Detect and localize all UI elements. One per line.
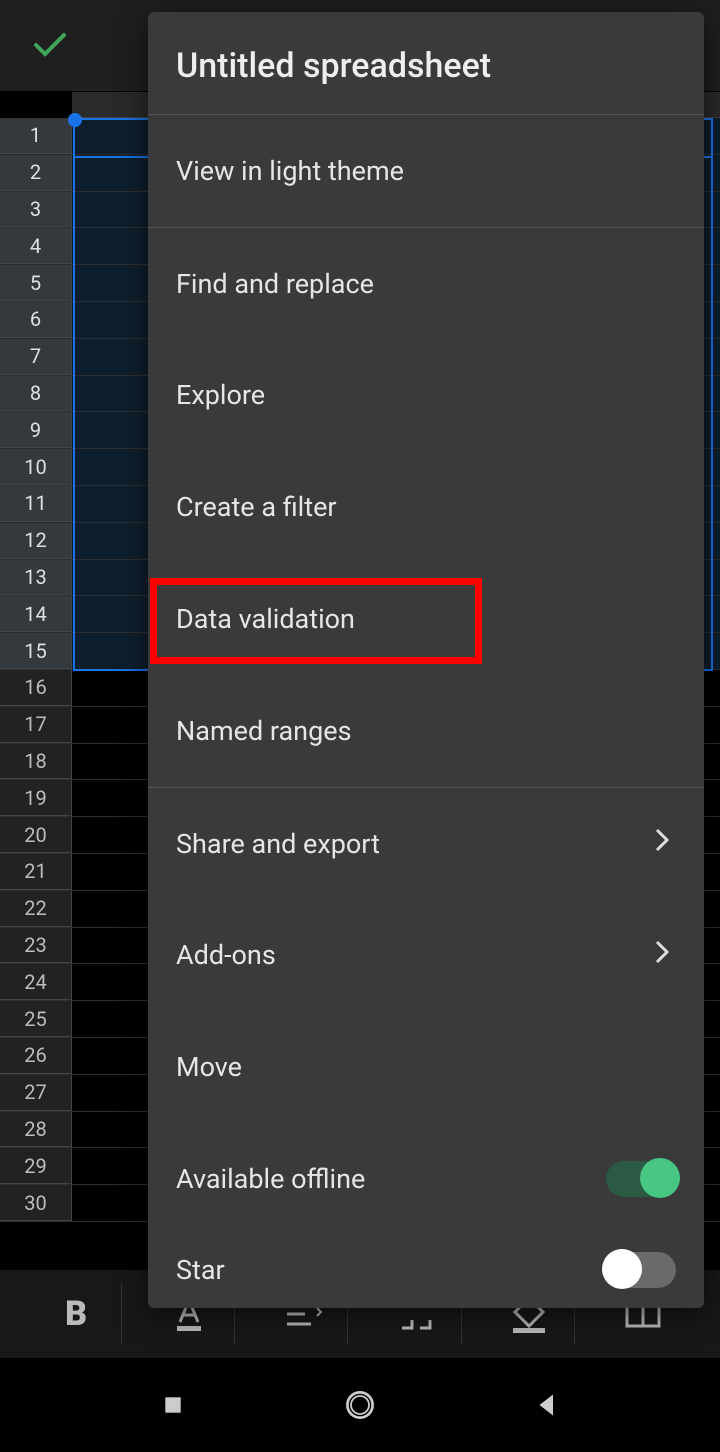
menu-star[interactable]: Star xyxy=(148,1235,704,1305)
row-header[interactable]: 23 xyxy=(0,928,72,964)
nav-back-button[interactable] xyxy=(527,1385,567,1425)
chevron-right-icon xyxy=(648,826,676,861)
menu-data-validation[interactable]: Data validation xyxy=(148,563,704,675)
menu-find-replace[interactable]: Find and replace xyxy=(148,227,704,339)
menu-item-label: Available offline xyxy=(176,1163,365,1195)
menu-item-label: Add-ons xyxy=(176,939,276,971)
menu-item-label: Find and replace xyxy=(176,268,374,300)
row-header[interactable]: 26 xyxy=(0,1038,72,1074)
menu-item-label: View in light theme xyxy=(176,155,404,187)
row-header[interactable]: 8 xyxy=(0,376,72,412)
nav-home-button[interactable] xyxy=(340,1385,380,1425)
row-header[interactable]: 27 xyxy=(0,1075,72,1111)
row-header[interactable]: 7 xyxy=(0,339,72,375)
row-header[interactable]: 2 xyxy=(0,155,72,191)
row-header[interactable]: 5 xyxy=(0,265,72,301)
menu-item-label: Share and export xyxy=(176,828,380,860)
row-header[interactable]: 16 xyxy=(0,670,72,706)
row-header[interactable]: 9 xyxy=(0,412,72,448)
menu-item-label: Move xyxy=(176,1051,242,1083)
menu-view-theme[interactable]: View in light theme xyxy=(148,115,704,227)
menu-item-label: Create a filter xyxy=(176,491,337,523)
row-header[interactable]: 18 xyxy=(0,744,72,780)
overflow-menu: Untitled spreadsheet View in light theme… xyxy=(148,12,704,1308)
row-header[interactable]: 4 xyxy=(0,228,72,264)
row-header[interactable]: 17 xyxy=(0,707,72,743)
menu-item-label: Named ranges xyxy=(176,715,352,747)
row-header[interactable]: 13 xyxy=(0,560,72,596)
star-toggle[interactable] xyxy=(606,1252,676,1288)
row-header[interactable]: 25 xyxy=(0,1001,72,1037)
confirm-check-icon[interactable] xyxy=(30,24,70,68)
android-navbar xyxy=(0,1358,720,1452)
menu-title: Untitled spreadsheet xyxy=(148,12,704,115)
row-header[interactable]: 22 xyxy=(0,891,72,927)
row-header[interactable]: 6 xyxy=(0,302,72,338)
row-header[interactable]: 19 xyxy=(0,780,72,816)
row-header[interactable]: 21 xyxy=(0,854,72,890)
nav-recent-button[interactable] xyxy=(153,1385,193,1425)
row-header[interactable]: 24 xyxy=(0,964,72,1000)
row-header[interactable]: 14 xyxy=(0,596,72,632)
menu-move[interactable]: Move xyxy=(148,1011,704,1123)
menu-explore[interactable]: Explore xyxy=(148,339,704,451)
chevron-right-icon xyxy=(648,938,676,973)
menu-addons[interactable]: Add-ons xyxy=(148,899,704,1011)
available-offline-toggle[interactable] xyxy=(606,1161,676,1197)
row-header[interactable]: 30 xyxy=(0,1185,72,1221)
menu-available-offline[interactable]: Available offline xyxy=(148,1123,704,1235)
row-header[interactable]: 12 xyxy=(0,523,72,559)
row-header[interactable]: 1 xyxy=(0,118,72,154)
row-header[interactable]: 10 xyxy=(0,449,72,485)
menu-item-label: Explore xyxy=(176,379,265,411)
row-header[interactable]: 15 xyxy=(0,633,72,669)
menu-item-label: Data validation xyxy=(176,603,355,635)
menu-create-filter[interactable]: Create a filter xyxy=(148,451,704,563)
menu-item-label: Star xyxy=(176,1254,225,1286)
row-header[interactable]: 20 xyxy=(0,817,72,853)
row-header[interactable]: 3 xyxy=(0,192,72,228)
row-header[interactable]: 29 xyxy=(0,1148,72,1184)
bold-button[interactable]: B xyxy=(32,1284,122,1344)
row-header[interactable]: 11 xyxy=(0,486,72,522)
row-header[interactable]: 28 xyxy=(0,1112,72,1148)
menu-named-ranges[interactable]: Named ranges xyxy=(148,675,704,787)
menu-share-export[interactable]: Share and export xyxy=(148,787,704,899)
